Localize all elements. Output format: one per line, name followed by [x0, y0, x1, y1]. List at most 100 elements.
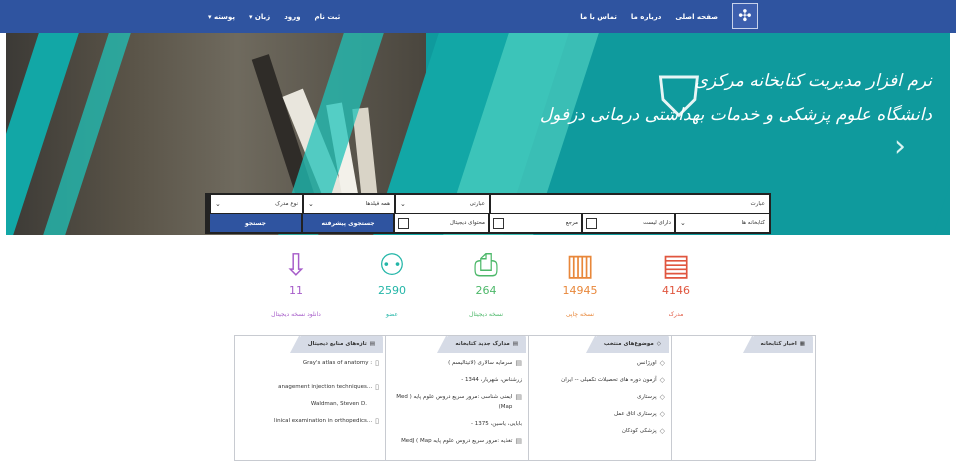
chevron-down-icon: ⌄ — [215, 200, 221, 208]
register-link[interactable]: ثبت نام — [315, 13, 341, 21]
topic-label: آزمون دوره های تحصیلات تکمیلی -- ایران — [561, 377, 657, 383]
doc-title: تغذیه :مرور سریع دروس علوم پایه MedJ ( M… — [401, 438, 513, 444]
list-item[interactable]: ◇ آزمون دوره های تحصیلات تکمیلی -- ایران — [527, 375, 665, 385]
main-nav: صفحه اصلی درباره ما تماس با ما — [580, 0, 718, 33]
libraries-value: کتابخانه ها — [741, 220, 765, 226]
checkbox-box[interactable] — [493, 217, 504, 229]
stat-label: نسخه چاپی — [565, 311, 595, 318]
reference-label: مرجع — [565, 220, 578, 226]
hero-title-line2: دانشگاه علوم پزشکی و خدمات بهداشتی درمان… — [539, 105, 932, 125]
pdf-icon: ▯ — [375, 359, 379, 367]
stat-number: 4146 — [662, 284, 690, 297]
document-icon: ▤ — [512, 340, 518, 347]
tag-icon: ◇ — [659, 359, 665, 367]
list-item[interactable]: ◇ پرستاری — [527, 392, 665, 402]
digital-content-checkbox[interactable]: محتوای دیجیتال — [395, 214, 488, 232]
university-logo-icon[interactable]: ✣ — [732, 3, 758, 29]
panel-title: اخبار کتابخانه — [760, 340, 797, 347]
tag-icon: ◇ — [659, 410, 665, 418]
resource-title: anagement injection techniques... — [278, 384, 373, 390]
panel-header: ▤ تازه‌های منابع دیجیتال — [289, 336, 383, 353]
chevron-down-icon: ⌄ — [400, 200, 406, 208]
list-item[interactable]: Gray's atlas of anatomy : ▯ — [241, 358, 379, 368]
checkbox-box[interactable] — [586, 217, 597, 229]
stat-downloads[interactable]: ⇩ 11 دانلود نسخه دیجیتال — [246, 248, 346, 318]
list-item[interactable]: ◇ اورژانس — [527, 358, 665, 368]
featured-topics-panel: ◇ موضوع‌های منتخب ◇ اورژانس ◇ آزمون دوره ها… — [520, 335, 672, 461]
topic-label: پرستاری — [637, 394, 657, 400]
list-item[interactable]: ◇ پزشکی کودکان — [527, 426, 665, 436]
book-icon: ▤ — [661, 248, 691, 283]
doc-title: سرمایه سالاری (لاتیتالیسم ) — [448, 360, 513, 366]
nav-home-link[interactable]: صفحه اصلی — [675, 13, 718, 21]
new-docs-list: ▤ سرمایه سالاری (لاتیتالیسم ) زرشناس، شهر… — [378, 358, 528, 453]
chevron-down-icon: ⌄ — [680, 219, 686, 227]
stat-label: دانلود نسخه دیجیتال — [271, 311, 321, 318]
doc-title: ایمنی شناسی :مرور سریع دروس علوم پایه ( … — [396, 394, 513, 410]
pdf-icon: ▯ — [375, 417, 379, 425]
advanced-search-button[interactable]: جستجوی پیشرفته — [303, 214, 393, 232]
nav-contact-link[interactable]: تماس با ما — [580, 13, 617, 21]
new-documents-panel: ▤ مدارک جدید کتابخانه ▤ سرمایه سالاری (لات… — [377, 335, 529, 461]
stat-number: 264 — [475, 284, 497, 297]
resource-author: Waldman, Steven D. — [310, 401, 367, 407]
list-item[interactable]: anagement injection techniques... ▯ — [241, 382, 379, 392]
search-button[interactable]: جستجو — [210, 214, 301, 232]
has-list-label: دارای لیست — [643, 220, 671, 226]
theme-dropdown[interactable]: پوسته ▾ — [208, 13, 235, 21]
match-mode-select[interactable]: عبارتی ⌄ — [396, 195, 489, 213]
topic-label: اورژانس — [637, 360, 657, 366]
library-news-panel: ▦ اخبار کتابخانه — [664, 335, 816, 461]
tag-icon: ◇ — [656, 340, 661, 347]
search-input[interactable]: عبارت — [491, 195, 769, 213]
libraries-select[interactable]: کتابخانه ها ⌄ — [676, 214, 769, 232]
search-row-1: عبارت عبارتی ⌄ همه فیلدها ⌄ نوع مدرک ⌄ — [207, 195, 769, 213]
search-input-placeholder: عبارت — [750, 201, 765, 207]
panel-title: موضوع‌های منتخب — [603, 340, 654, 347]
stat-number: 2590 — [378, 284, 406, 297]
search-row-2: کتابخانه ها ⌄ دارای لیست مرجع محتوای دیجی… — [207, 214, 769, 232]
login-link[interactable]: ورود — [284, 13, 300, 21]
resource-title: linical examination in orthopedics... — [274, 418, 373, 424]
doc-type-select[interactable]: نوع مدرک ⌄ — [211, 195, 302, 213]
search-box: عبارت عبارتی ⌄ همه فیلدها ⌄ نوع مدرک ⌄ کتاب… — [205, 193, 771, 234]
doc-author: بابایی، یاسین، 1375 - — [471, 421, 522, 427]
doc-author: زرشناس، شهریار، 1344 - — [461, 377, 522, 383]
stat-print-copies[interactable]: ▥ 14945 نسخه چاپی — [530, 248, 630, 318]
document-icon: ▤ — [515, 393, 522, 401]
fields-select[interactable]: همه فیلدها ⌄ — [304, 195, 394, 213]
match-mode-value: عبارتی — [469, 201, 485, 207]
list-item[interactable]: linical examination in orthopedics... ▯ — [241, 416, 379, 426]
panel-title: مدارک جدید کتابخانه — [455, 340, 510, 347]
doc-type-value: نوع مدرک — [275, 201, 298, 207]
stat-number: 11 — [289, 284, 303, 297]
list-item[interactable]: ▤ تغذیه :مرور سریع دروس علوم پایه MedJ ( … — [384, 436, 522, 446]
tag-icon: ◇ — [659, 393, 665, 401]
slider-next-arrow-icon[interactable]: › — [894, 129, 906, 164]
account-nav: ثبت نام ورود زبان ▾ پوسته ▾ — [208, 0, 340, 33]
list-item[interactable]: ▤ سرمایه سالاری (لاتیتالیسم ) — [384, 358, 522, 368]
topic-label: پرستاری اتاق عمل — [614, 411, 657, 417]
stat-members[interactable]: ⚇ 2590 عضو — [342, 248, 442, 318]
chevron-down-icon: ⌄ — [308, 200, 314, 208]
has-list-checkbox[interactable]: دارای لیست — [583, 214, 674, 232]
hero-title-line1: نرم افزار مدیریت کتابخانه مرکزی — [694, 71, 932, 91]
stat-digital-copies[interactable]: ⎙ 264 نسخه دیجیتال — [436, 248, 536, 318]
topics-list: ◇ اورژانس ◇ آزمون دوره های تحصیلات تکمیلی … — [521, 358, 671, 443]
stat-number: 14945 — [562, 284, 598, 297]
list-item[interactable]: ▤ ایمنی شناسی :مرور سریع دروس علوم پایه (… — [384, 392, 522, 412]
reference-checkbox[interactable]: مرجع — [490, 214, 581, 232]
list-item[interactable]: ◇ پرستاری اتاق عمل — [527, 409, 665, 419]
document-icon: ▤ — [369, 340, 375, 347]
stat-documents[interactable]: ▤ 4146 مدرک — [626, 248, 726, 318]
pdf-icon: ⎙ — [474, 248, 498, 283]
checkbox-box[interactable] — [398, 217, 409, 229]
stat-label: نسخه دیجیتال — [468, 311, 504, 318]
nav-about-link[interactable]: درباره ما — [631, 13, 661, 21]
topic-label: پزشکی کودکان — [621, 428, 657, 434]
digital-content-label: محتوای دیجیتال — [449, 220, 485, 226]
language-dropdown[interactable]: زبان ▾ — [249, 13, 270, 21]
panel-header: ◇ موضوع‌های منتخب — [585, 336, 669, 353]
stat-label: عضو — [386, 311, 398, 318]
news-icon: ▦ — [799, 340, 805, 347]
